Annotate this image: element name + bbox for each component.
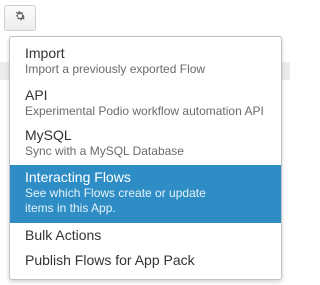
menu-item-interacting-flows[interactable]: Interacting Flows See which Flows create…: [10, 165, 281, 223]
gear-icon: [13, 9, 27, 28]
settings-button[interactable]: [4, 5, 36, 31]
menu-item-bulk-actions[interactable]: Bulk Actions: [10, 227, 281, 249]
settings-dropdown-menu: Import Import a previously exported Flow…: [9, 36, 282, 280]
menu-item-publish-flows[interactable]: Publish Flows for App Pack: [10, 252, 281, 274]
menu-item-description: Import a previously exported Flow: [25, 62, 206, 76]
menu-item-api[interactable]: API Experimental Podio workflow automati…: [10, 87, 281, 123]
menu-item-mysql[interactable]: MySQL Sync with a MySQL Database: [10, 127, 281, 163]
menu-item-title: Interacting Flows: [25, 169, 131, 185]
menu-item-description: See which Flows create or update items i…: [25, 186, 206, 215]
menu-item-title: Import: [25, 45, 65, 61]
menu-item-title: API: [25, 87, 48, 103]
menu-item-title: MySQL: [25, 127, 72, 143]
menu-item-description: Experimental Podio workflow automation A…: [25, 104, 264, 118]
menu-item-description: Sync with a MySQL Database: [25, 144, 184, 158]
menu-item-title: Bulk Actions: [25, 227, 102, 243]
menu-item-import[interactable]: Import Import a previously exported Flow: [10, 45, 281, 81]
menu-item-title: Publish Flows for App Pack: [25, 252, 195, 268]
